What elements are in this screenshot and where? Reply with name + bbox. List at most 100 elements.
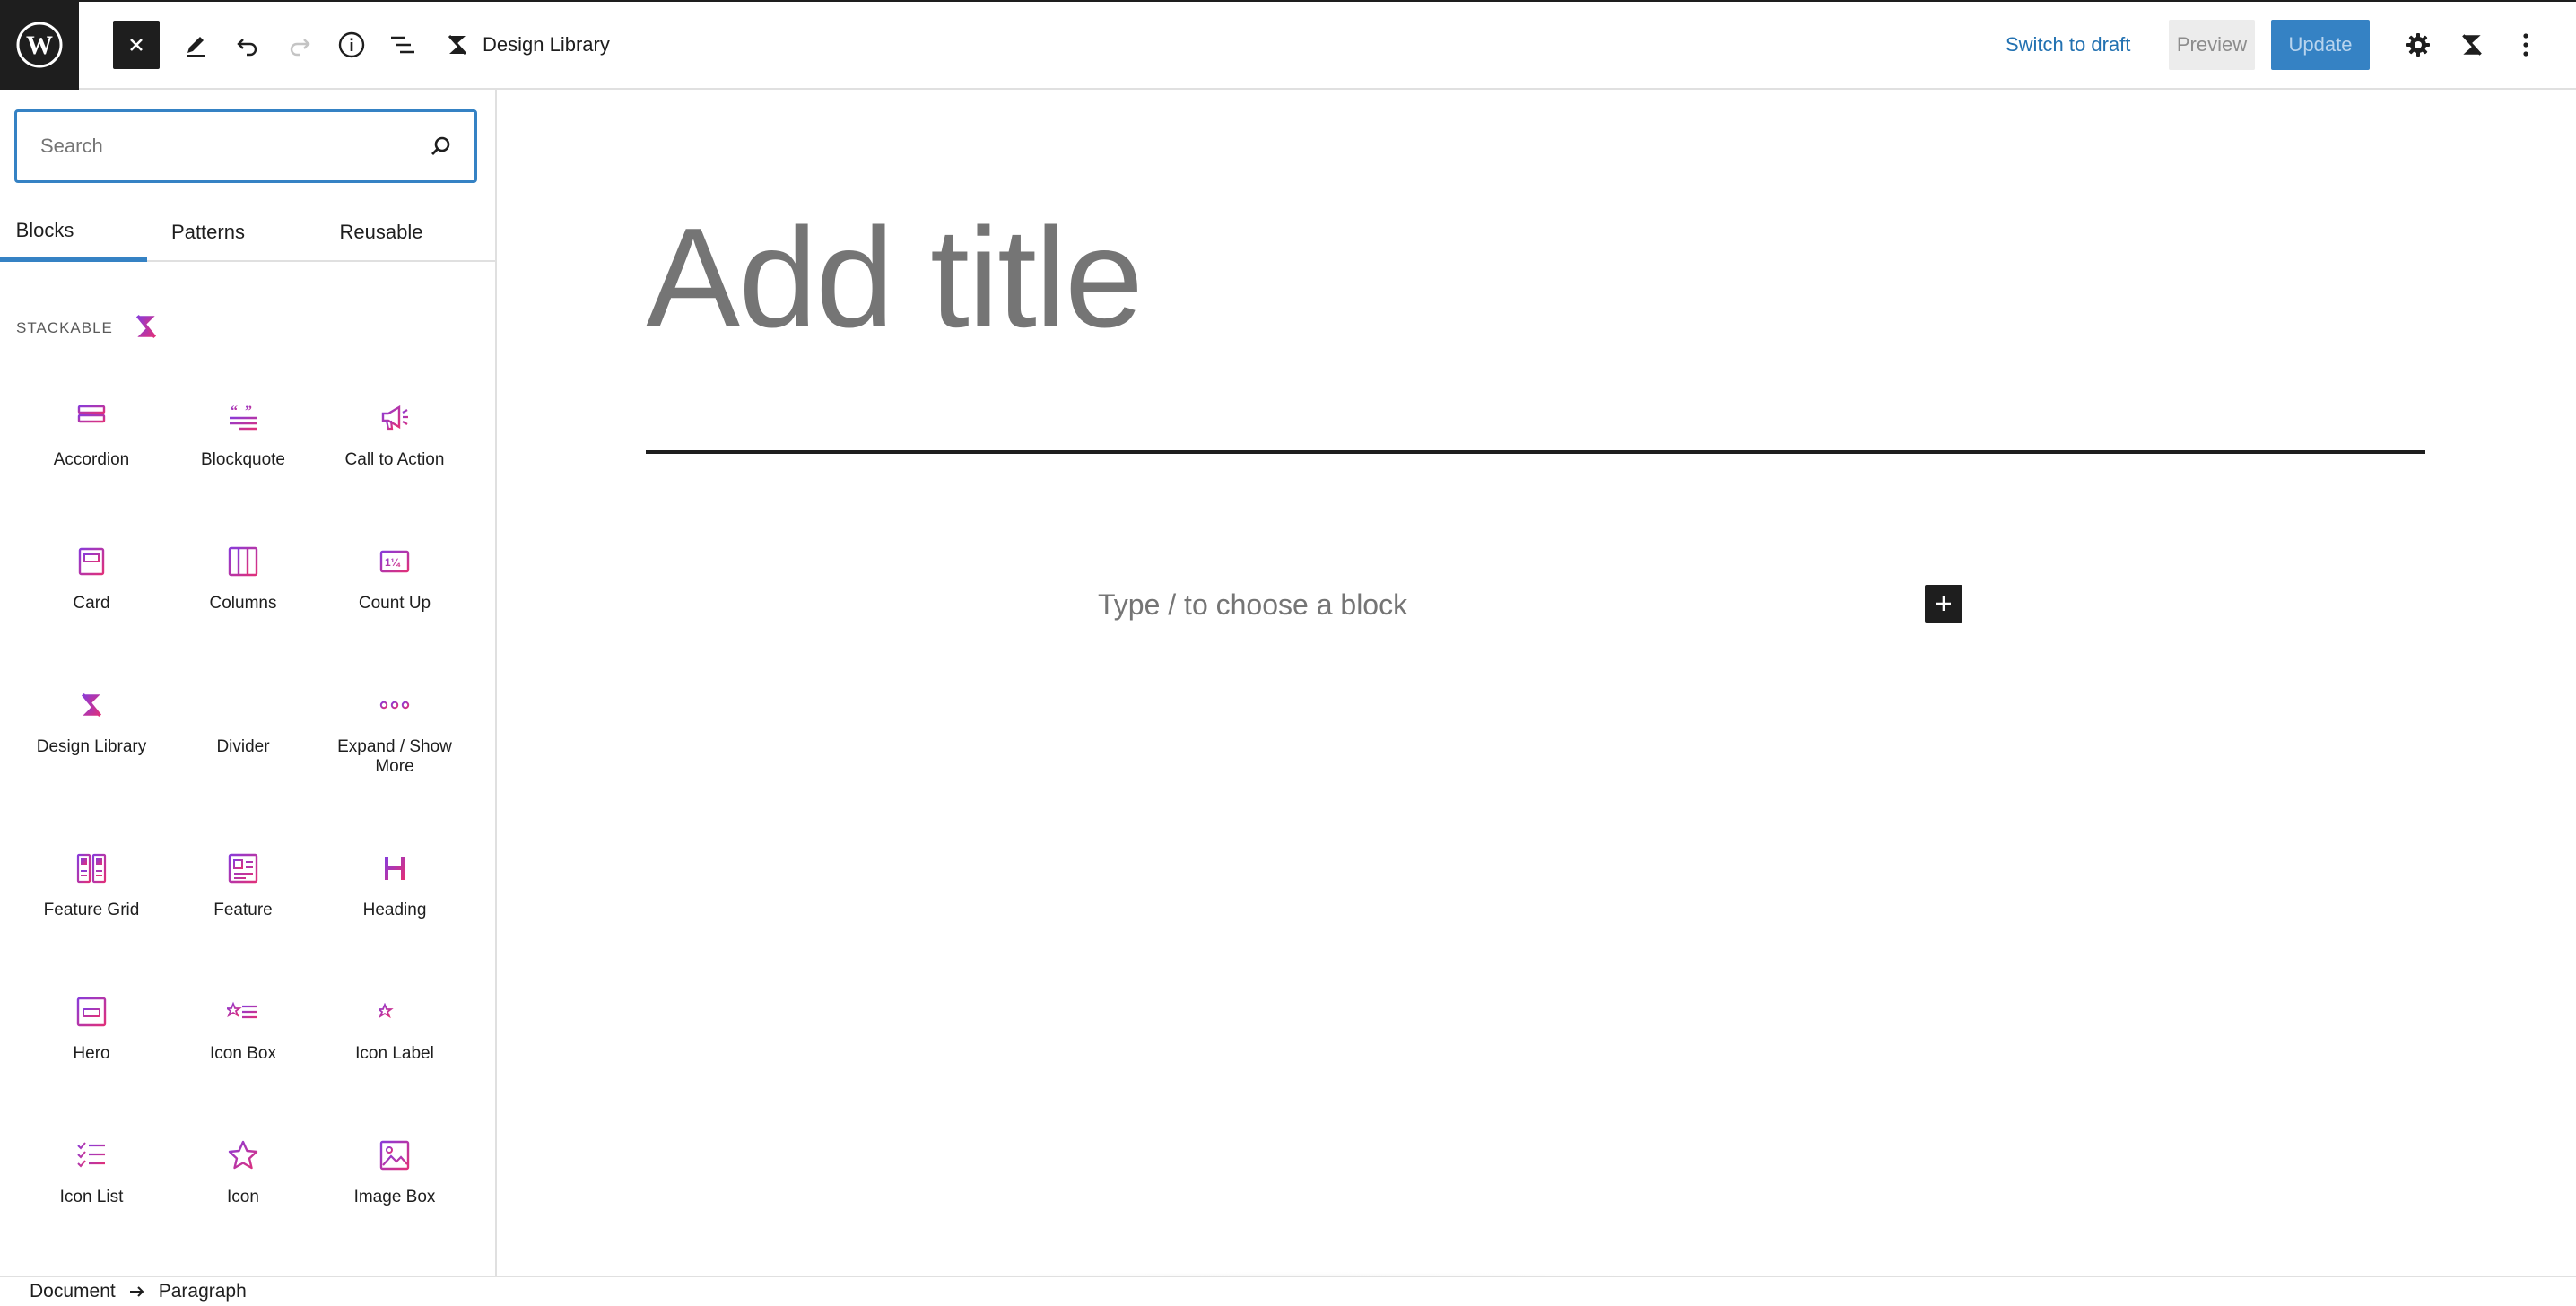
block-item-icon-label[interactable]: Icon Label: [318, 992, 471, 1118]
image-icon: [379, 1140, 410, 1171]
block-item-card[interactable]: Card: [15, 542, 168, 667]
svg-text:1¼: 1¼: [385, 556, 401, 569]
editor-canvas: Add title Type / to choose a block: [499, 90, 2576, 1276]
top-border: [0, 0, 2576, 2]
block-label: Blockquote: [200, 450, 285, 469]
feature-icon: [228, 853, 258, 884]
blockquote-icon: “”: [230, 404, 257, 431]
block-label: Feature Grid: [43, 901, 140, 919]
block-item-blockquote[interactable]: “” Blockquote: [167, 398, 319, 524]
settings-button[interactable]: [2395, 18, 2441, 72]
undo-button[interactable]: [224, 18, 271, 72]
block-search[interactable]: [14, 109, 477, 183]
block-label: Icon List: [59, 1188, 124, 1206]
hero-icon: [76, 997, 107, 1027]
list-view-button[interactable]: [379, 18, 425, 72]
more-vertical-icon: [2523, 33, 2528, 57]
info-icon: [338, 31, 365, 58]
heading-icon: [385, 857, 405, 880]
block-label: Divider: [216, 737, 270, 756]
block-label: Expand / Show More: [337, 737, 452, 776]
block-item-accordion[interactable]: Accordion: [15, 398, 168, 524]
document-title: Design Library: [483, 33, 610, 56]
block-inserter-panel: Blocks Patterns Reusable STACKABLE Accor…: [0, 90, 497, 1276]
tab-blocks[interactable]: Blocks: [0, 203, 147, 262]
post-title-input[interactable]: Add title: [646, 197, 1144, 359]
divider-icon: [230, 703, 257, 707]
pencil-icon: [187, 37, 205, 57]
search-input[interactable]: [40, 135, 430, 158]
options-button[interactable]: [2510, 18, 2542, 72]
block-label: Accordion: [53, 450, 130, 469]
block-item-hero[interactable]: Hero: [15, 992, 168, 1118]
block-label: Count Up: [358, 594, 431, 613]
gear-icon: [2406, 33, 2430, 57]
feature-grid-icon: [76, 853, 107, 884]
block-item-call-to-action[interactable]: Call to Action: [318, 398, 471, 524]
block-item-count-up[interactable]: 1¼ Count Up: [318, 542, 471, 667]
block-item-image-box[interactable]: Image Box: [318, 1136, 471, 1261]
title-underline: [646, 450, 2425, 454]
close-icon: [130, 39, 143, 51]
list-view-icon: [391, 36, 414, 54]
tools-button[interactable]: [172, 18, 219, 72]
block-item-feature[interactable]: Feature: [167, 849, 319, 974]
block-item-divider[interactable]: Divider: [167, 685, 319, 811]
breadcrumb-document[interactable]: Document: [30, 1281, 116, 1302]
undo-icon: [237, 39, 257, 57]
block-item-columns[interactable]: Columns: [167, 542, 319, 667]
wordpress-logo-button[interactable]: W: [0, 0, 79, 90]
block-item-icon[interactable]: Icon: [167, 1136, 319, 1261]
block-label: Hero: [73, 1044, 110, 1063]
stackable-logo-icon: [135, 315, 156, 338]
plus-icon: [1936, 596, 1951, 611]
close-inserter-button[interactable]: [113, 21, 160, 69]
accordion-icon: [77, 405, 106, 429]
redo-icon: [290, 39, 310, 57]
svg-text:”: ”: [245, 404, 252, 419]
svg-text:“: “: [231, 404, 238, 419]
preview-button[interactable]: Preview: [2169, 20, 2255, 70]
megaphone-icon: [381, 405, 408, 431]
stackable-logo-icon: [2462, 34, 2482, 56]
redo-button[interactable]: [276, 18, 323, 72]
stackable-logo-icon: [448, 34, 467, 56]
inserter-tabs: Blocks Patterns Reusable: [0, 203, 495, 262]
svg-text:W: W: [26, 30, 53, 60]
breadcrumb-paragraph[interactable]: Paragraph: [159, 1281, 247, 1302]
category-label: STACKABLE: [16, 319, 113, 336]
block-item-feature-grid[interactable]: Feature Grid: [15, 849, 168, 974]
block-label: Design Library: [36, 737, 147, 756]
wordpress-logo-icon: W: [16, 22, 63, 68]
switch-to-draft-button[interactable]: Switch to draft: [2006, 27, 2130, 63]
block-item-icon-box[interactable]: Icon Box: [167, 992, 319, 1118]
tab-patterns[interactable]: Patterns: [147, 203, 269, 262]
block-label: Call to Action: [344, 450, 445, 469]
star-icon: [228, 1140, 258, 1170]
card-icon: [78, 547, 105, 576]
block-label: Icon Box: [210, 1044, 276, 1063]
category-header: STACKABLE: [16, 315, 160, 341]
count-up-icon: 1¼: [379, 550, 410, 573]
block-placeholder[interactable]: Type / to choose a block: [1098, 588, 1407, 622]
stackable-settings-button[interactable]: [2449, 18, 2495, 72]
block-label: Card: [73, 594, 110, 613]
block-label: Icon: [227, 1188, 259, 1206]
block-label: Feature: [213, 901, 273, 919]
icon-box-icon: [227, 1001, 257, 1019]
columns-icon: [228, 546, 258, 577]
details-button[interactable]: [328, 18, 375, 72]
editor-header: W Design Library Switch to draft Preview…: [0, 0, 2576, 90]
block-inserter-button[interactable]: [1925, 585, 1962, 623]
icon-list-icon: [77, 1142, 105, 1168]
document-title-bar[interactable]: Design Library: [445, 23, 610, 66]
block-item-design-library[interactable]: Design Library: [15, 685, 168, 811]
block-item-icon-list[interactable]: Icon List: [15, 1136, 168, 1261]
stackable-logo-icon: [81, 693, 102, 717]
block-label: Image Box: [353, 1188, 436, 1206]
block-item-expand-show-more[interactable]: Expand / Show More: [318, 685, 471, 811]
ellipsis-icon: [379, 701, 410, 710]
block-item-heading[interactable]: Heading: [318, 849, 471, 974]
tab-reusable[interactable]: Reusable: [319, 203, 443, 262]
update-button[interactable]: Update: [2271, 20, 2370, 70]
